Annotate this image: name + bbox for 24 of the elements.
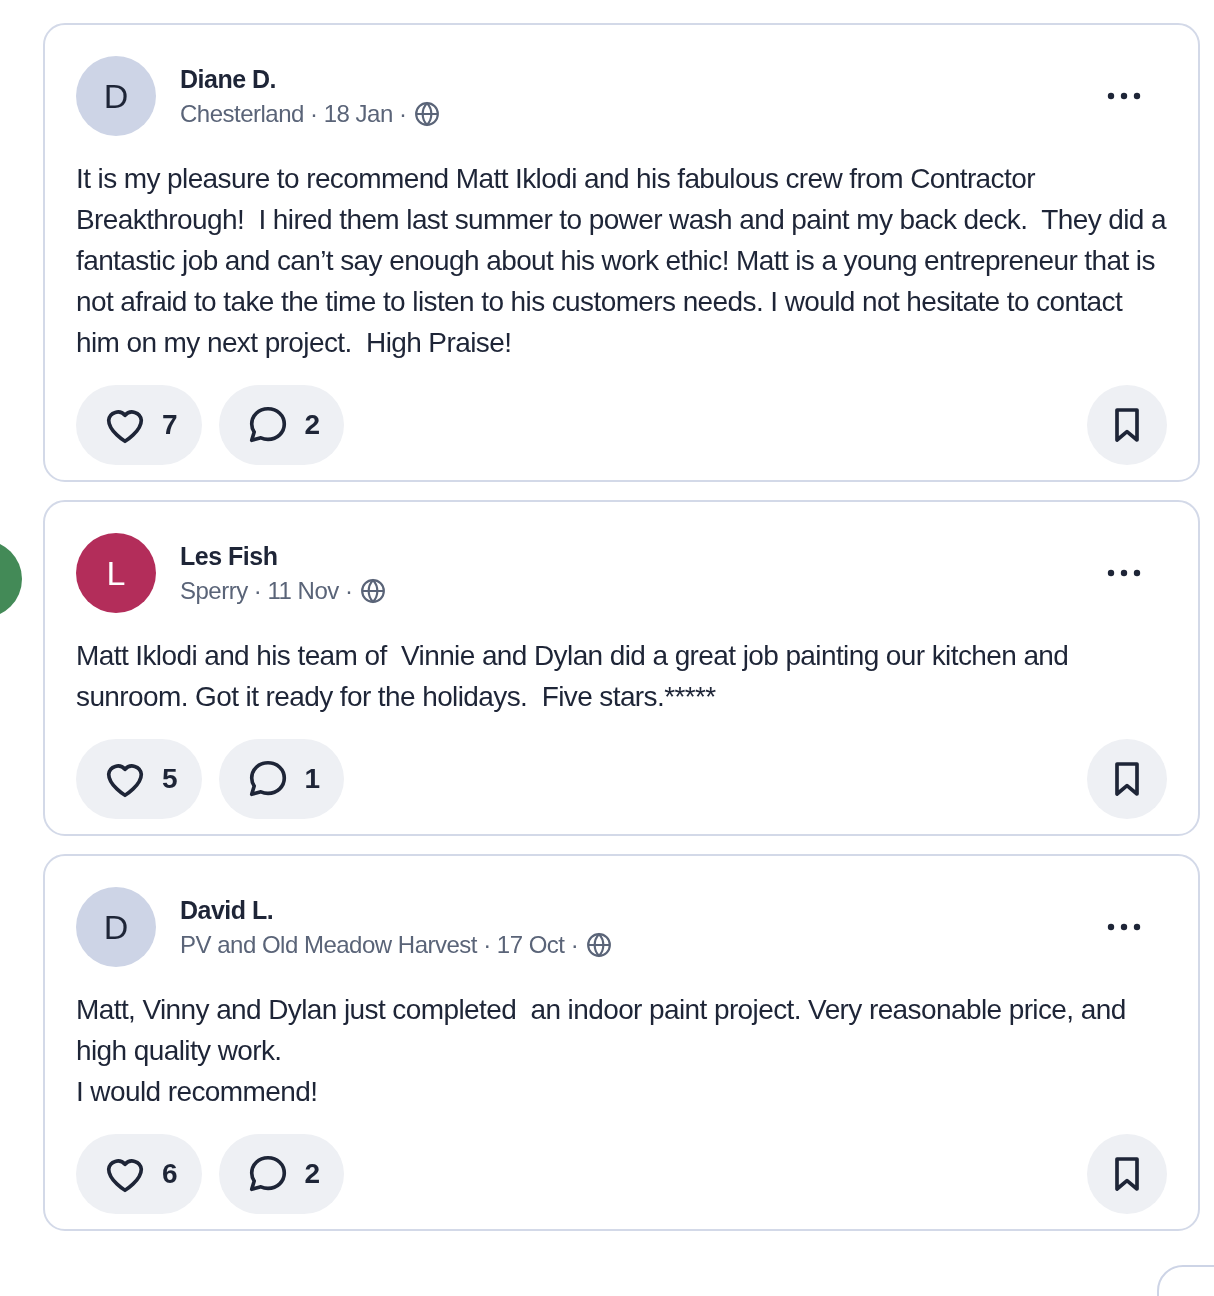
globe-icon [360,577,387,604]
avatar[interactable]: D [76,56,156,136]
globe-icon [414,100,441,127]
post-meta: PV and Old Meadow Harvest · 17 Oct · [180,930,579,959]
like-button[interactable]: 7 [76,385,202,465]
post-text: It is my pleasure to recommend Matt Iklodi and his fabulous crew from Contractor Breakthrough! I hired them last summer to power wash and paint my back deck. They did a fantastic job and can’t say enough about his work ethic! Matt is a young entrepreneur that is not afraid to take the time to listen to his customers needs. I would not hesitate to contact him on my next project. High Praise! [76,162,1167,360]
more-icon [1107,923,1141,931]
post-meta: Chesterland · 18 Jan · [180,99,407,128]
more-icon [1107,92,1141,100]
post-text: Matt, Vinny and Dylan just completed an indoor paint project. Very reasonable price, and high quality work. I would recommend! [76,993,1127,1109]
like-button[interactable]: 6 [76,1134,202,1214]
like-button[interactable]: 5 [76,739,202,819]
comment-button[interactable]: 1 [218,739,345,819]
author-name[interactable]: Les Fish [180,541,1077,571]
post-meta: Sperry · 11 Nov · [180,576,353,605]
more-icon [1107,569,1141,577]
author-name[interactable]: Diane D. [180,64,1077,94]
avatar[interactable]: D [76,887,156,967]
globe-icon [586,931,613,958]
post-text: Matt Iklodi and his team of Vinnie and Dylan did a great job painting our kitchen and sunroom. Got it ready for the holidays. Five stars.***** [76,639,1070,714]
comment-button[interactable]: 2 [218,385,345,465]
author-name[interactable]: David L. [180,895,1077,925]
avatar[interactable]: L [76,533,156,613]
comment-button[interactable]: 2 [218,1134,345,1214]
